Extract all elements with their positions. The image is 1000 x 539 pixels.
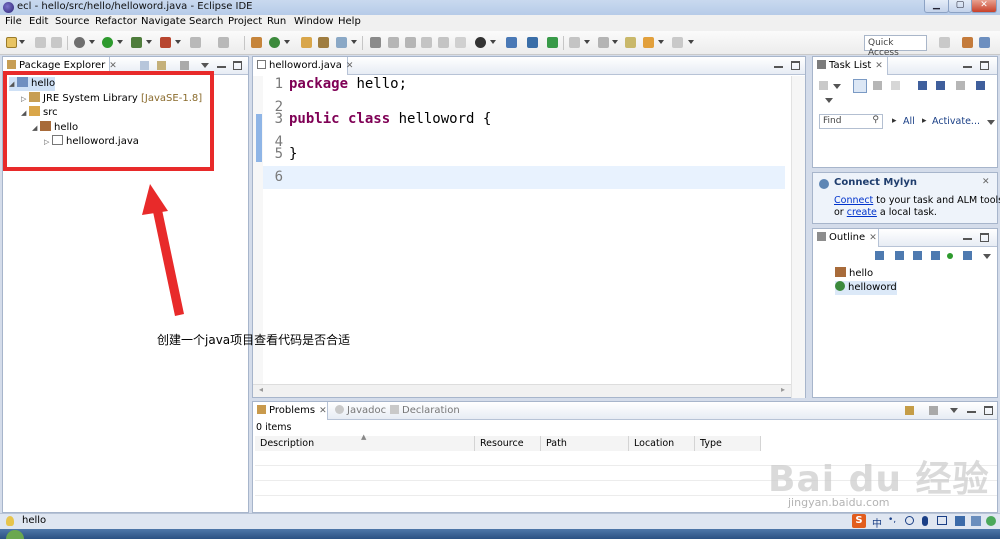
ime-mode-icon[interactable]: 中: [872, 515, 882, 530]
memory-indicator-icon: [986, 516, 996, 526]
microphone-icon[interactable]: [922, 516, 928, 526]
emoji-icon[interactable]: [905, 516, 914, 525]
toolbox-icon[interactable]: [971, 516, 981, 526]
start-button-icon[interactable]: [6, 530, 24, 539]
status-bar: hello S 中 •,: [0, 513, 1000, 530]
sogou-ime-icon[interactable]: S: [852, 514, 866, 528]
skin-icon[interactable]: [955, 516, 965, 526]
keyboard-icon[interactable]: [937, 516, 947, 525]
annotation-arrow: [142, 184, 184, 316]
windows-taskbar: [0, 529, 1000, 539]
annotation-arrow-head: [142, 184, 168, 215]
annotation-arrow-shaft: [152, 205, 184, 316]
status-text: hello: [22, 515, 47, 526]
annotation-text: 创建一个java项目查看代码是否合适: [157, 333, 351, 347]
lightbulb-icon: [6, 516, 14, 526]
punctuation-icon[interactable]: •,: [888, 515, 896, 525]
